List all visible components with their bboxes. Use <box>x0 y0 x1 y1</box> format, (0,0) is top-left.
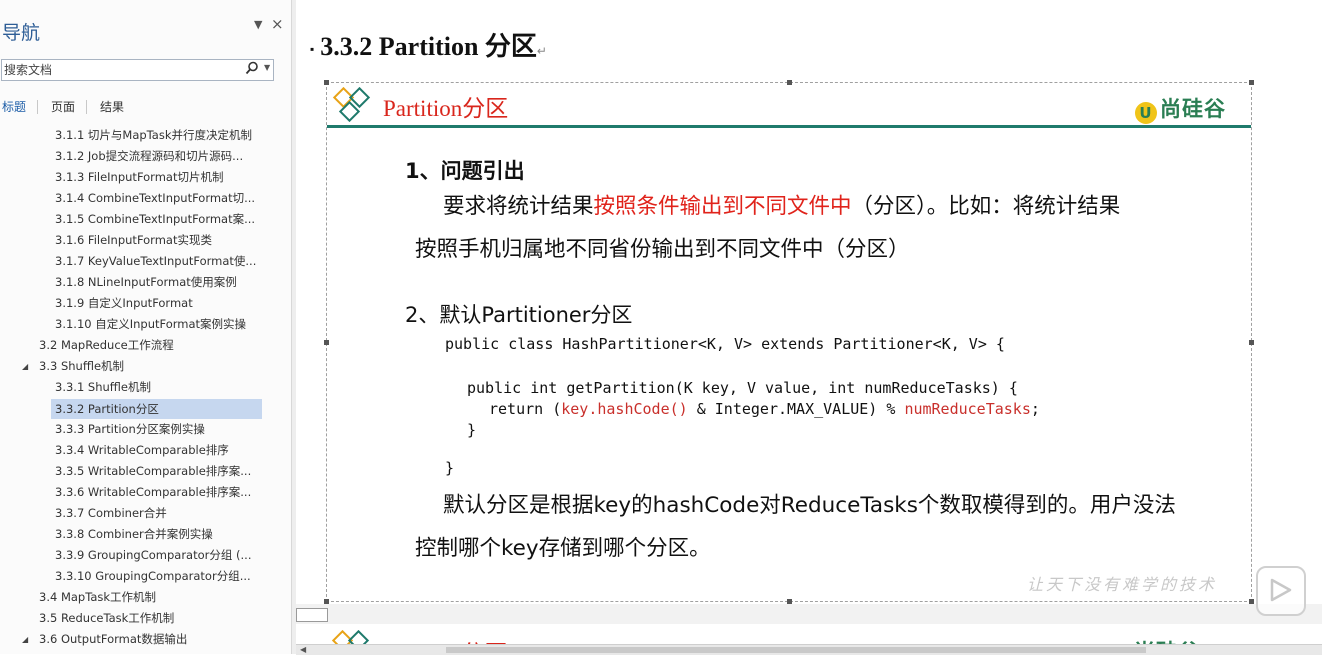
play-icon <box>1270 578 1292 602</box>
slide-header: Partition分区 U 尚硅谷 <box>327 83 1251 128</box>
tree-item[interactable]: 3.1.9 自定义InputFormat <box>55 293 193 313</box>
tree-item[interactable]: 3.1.6 FileInputFormat实现类 <box>55 230 212 250</box>
section-1-title: 1、问题引出 <box>405 159 525 183</box>
paragraph-2-line-2: 控制哪个key存储到哪个分区。 <box>415 536 711 561</box>
resize-handle[interactable] <box>1249 340 1254 345</box>
tree-item[interactable]: 3.1.2 Job提交流程源码和切片源码... <box>55 146 243 166</box>
tree-item[interactable]: 3.1.4 CombineTextInputFormat切... <box>55 188 255 208</box>
diamond-logo-icon <box>332 86 371 123</box>
brand-logo: U 尚硅谷 <box>1135 93 1226 124</box>
scroll-left-icon[interactable]: ◀ <box>300 645 306 654</box>
tree-item[interactable]: 3.1.5 CombineTextInputFormat案... <box>55 209 255 229</box>
page-gap <box>296 604 1322 624</box>
page-marker <box>296 608 328 622</box>
paragraph-mark-icon: ↵ <box>536 44 547 58</box>
code-line: } <box>467 421 477 439</box>
code-line: public int getPartition(K key, V value, … <box>467 379 1018 397</box>
tree-item[interactable]: 3.5 ReduceTask工作机制 <box>39 608 174 628</box>
tree-item[interactable]: 3.3.1 Shuffle机制 <box>55 377 151 397</box>
tab-results[interactable]: 结果 <box>100 98 124 115</box>
nav-title: 导航 <box>2 22 41 44</box>
heading-text: 3.3.2 Partition 分区 <box>320 32 537 61</box>
brand-badge-icon: U <box>1135 102 1157 124</box>
tree-item[interactable]: 3.3.6 WritableComparable排序案... <box>55 482 251 502</box>
nav-close-icon[interactable]: × <box>271 15 284 33</box>
tree-item[interactable]: 3.3.4 WritableComparable排序 <box>55 440 229 460</box>
brand-name: 尚硅谷 <box>1160 97 1226 121</box>
tab-pages[interactable]: 页面 <box>51 98 75 115</box>
embedded-slide[interactable]: Partition分区 U 尚硅谷 1、问题引出 要求将统计结果按照条件输出到不同… <box>324 80 1254 604</box>
tab-headings[interactable]: 标题 <box>2 98 26 115</box>
expand-triangle-icon[interactable]: ◢ <box>22 362 28 371</box>
tree-item[interactable]: 3.3.7 Combiner合并 <box>55 503 167 523</box>
search-icon[interactable] <box>245 61 259 79</box>
paragraph-1-line-2: 按照手机归属地不同省份输出到不同文件中（分区） <box>415 237 910 262</box>
tree-item[interactable]: 3.4 MapTask工作机制 <box>39 587 156 607</box>
tree-item[interactable]: 3.3.3 Partition分区案例实操 <box>55 419 205 439</box>
tree-item[interactable]: 3.3.8 Combiner合并案例实操 <box>55 524 213 544</box>
heading-bullet: ▪ <box>310 41 315 56</box>
tree-item[interactable]: 3.3.10 GroupingComparator分组... <box>55 566 251 586</box>
navigation-pane: 导航 ▼ × ▼ 标题 页面 结果 3.1.1 切片与MapTask并行度决定机… <box>0 0 292 654</box>
tree-item[interactable]: 3.3.9 GroupingComparator分组 (... <box>55 545 251 565</box>
highlight-text: 按照条件输出到不同文件中 <box>593 194 852 219</box>
paragraph-1-line-1: 要求将统计结果按照条件输出到不同文件中（分区）。比如：将统计结果 <box>443 194 1121 219</box>
slide-title: Partition分区 <box>383 96 509 121</box>
tree-item[interactable]: 3.6 OutputFormat数据输出 <box>39 629 187 649</box>
slogan-watermark: 让天下没有难学的技术 <box>1027 577 1218 594</box>
search-input[interactable] <box>4 62 232 78</box>
section-2-title: 2、默认Partitioner分区 <box>405 303 633 327</box>
tree-item[interactable]: 3.3 Shuffle机制 <box>39 356 124 376</box>
section-heading: ▪ 3.3.2 Partition 分区↵ <box>310 26 547 63</box>
code-line: } <box>445 459 455 477</box>
document-area: ▪ 3.3.2 Partition 分区↵ Partition分区 U 尚硅谷 1、… <box>296 0 1322 654</box>
header-rule <box>327 125 1251 128</box>
code-line: return (key.hashCode() & Integer.MAX_VAL… <box>489 400 1040 418</box>
tree-item-selected[interactable]: 3.3.2 Partition分区 <box>51 399 262 419</box>
search-box: ▼ <box>1 59 274 81</box>
resize-handle[interactable] <box>324 340 329 345</box>
tree-item[interactable]: 3.2 MapReduce工作流程 <box>39 335 174 355</box>
paragraph-2-line-1: 默认分区是根据key的hashCode对ReduceTasks个数取模得到的。用… <box>443 493 1176 518</box>
search-options-chevron-icon[interactable]: ▼ <box>264 63 270 72</box>
tab-divider <box>37 100 38 114</box>
tree-item[interactable]: 3.3.5 WritableComparable排序案... <box>55 461 251 481</box>
tab-divider <box>86 100 87 114</box>
expand-triangle-icon[interactable]: ◢ <box>22 635 28 644</box>
scrollbar-thumb[interactable] <box>446 647 1146 653</box>
tree-item[interactable]: 3.1.8 NLineInputFormat使用案例 <box>55 272 237 292</box>
horizontal-scrollbar[interactable]: ◀ <box>296 644 1322 655</box>
tree-item[interactable]: 3.1.10 自定义InputFormat案例实操 <box>55 314 246 334</box>
tree-item[interactable]: 3.1.7 KeyValueTextInputFormat使... <box>55 251 256 271</box>
play-button[interactable] <box>1256 566 1306 616</box>
nav-options-dropdown-icon[interactable]: ▼ <box>254 18 262 31</box>
tree-item[interactable]: 3.1.1 切片与MapTask并行度决定机制 <box>55 125 252 145</box>
tree-item[interactable]: 3.1.3 FileInputFormat切片机制 <box>55 167 223 187</box>
code-line: public class HashPartitioner<K, V> exten… <box>445 335 1005 353</box>
